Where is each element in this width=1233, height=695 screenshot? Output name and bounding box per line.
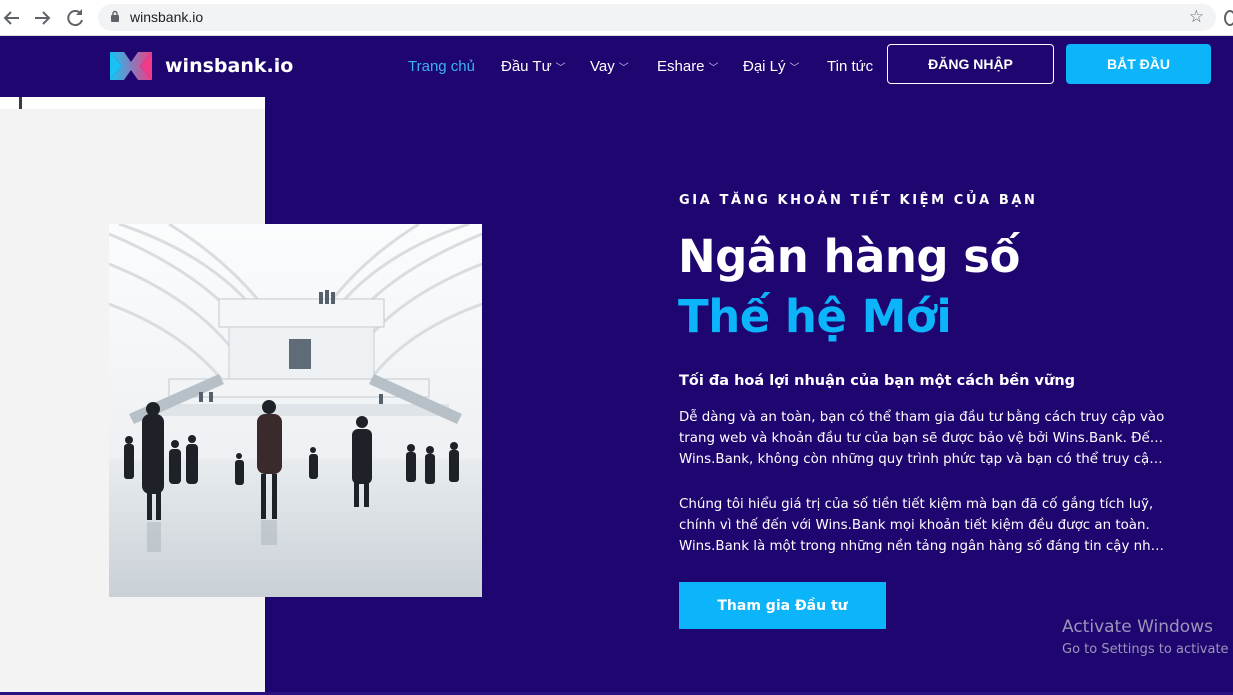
nav-agent[interactable]: Đại Lý ﹀ bbox=[743, 58, 800, 75]
logo-text: winsbank.io bbox=[165, 55, 294, 77]
winsbank-logo-icon bbox=[110, 52, 152, 80]
address-bar[interactable]: winsbank.io ☆ bbox=[98, 4, 1216, 31]
nav-invest-label: Đầu Tư bbox=[501, 58, 552, 75]
nav-home-label: Trang chủ bbox=[408, 58, 475, 75]
chevron-down-icon: ﹀ bbox=[555, 63, 566, 74]
forward-icon[interactable] bbox=[30, 6, 54, 30]
paragraph-line: Chúng tôi hiểu giá trị của số tiền tiết … bbox=[679, 497, 1154, 512]
hero-subheading: Tối đa hoá lợi nhuận của bạn một cách bề… bbox=[679, 373, 1076, 389]
lock-icon[interactable] bbox=[110, 10, 120, 23]
left-panel-marker bbox=[19, 97, 22, 109]
back-icon[interactable] bbox=[0, 6, 24, 30]
hero-eyebrow: GIA TĂNG KHOẢN TIẾT KIỆM CỦA BẠN bbox=[679, 193, 1038, 208]
nav-news[interactable]: Tin tức bbox=[827, 58, 873, 75]
url-text[interactable]: winsbank.io bbox=[130, 9, 203, 25]
nav-home[interactable]: Trang chủ bbox=[408, 58, 475, 75]
nav-agent-label: Đại Lý bbox=[743, 58, 786, 75]
paragraph-line: Wins.Bank là một trong những nền tảng ng… bbox=[679, 539, 1165, 554]
star-icon[interactable]: ☆ bbox=[1189, 7, 1204, 27]
paragraph-line: chính vì thế đến với Wins.Bank mọi khoản… bbox=[679, 518, 1150, 533]
start-button[interactable]: BẮT ĐẦU bbox=[1066, 44, 1211, 84]
logo[interactable]: winsbank.io bbox=[108, 50, 293, 82]
hero-photo bbox=[109, 224, 482, 597]
chevron-down-icon: ﹀ bbox=[708, 63, 719, 74]
activate-windows-hint: Go to Settings to activate bbox=[1062, 642, 1229, 657]
activate-windows-title: Activate Windows bbox=[1062, 617, 1213, 637]
hero-title-line1: Ngân hàng số bbox=[678, 230, 1020, 283]
reload-icon[interactable] bbox=[63, 6, 87, 30]
nav-loan-label: Vay bbox=[590, 58, 615, 75]
paragraph-line: trang web và khoản đầu tư của bạn sẽ đượ… bbox=[679, 431, 1165, 446]
nav-invest[interactable]: Đầu Tư ﹀ bbox=[501, 58, 566, 75]
hero-paragraph-1: Dễ dàng và an toàn, bạn có thể tham gia … bbox=[679, 407, 1165, 470]
hero-title-line2: Thế hệ Mới bbox=[678, 290, 952, 343]
login-button[interactable]: ĐĂNG NHẬP bbox=[887, 44, 1054, 84]
hero-paragraph-2: Chúng tôi hiểu giá trị của số tiền tiết … bbox=[679, 494, 1165, 557]
browser-toolbar: winsbank.io ☆ bbox=[0, 0, 1233, 36]
paragraph-line: Wins.Bank, không còn những quy trình phứ… bbox=[679, 452, 1165, 467]
join-invest-button[interactable]: Tham gia Đầu tư bbox=[679, 582, 886, 629]
profile-icon[interactable] bbox=[1224, 10, 1233, 26]
nav-news-label: Tin tức bbox=[827, 58, 874, 75]
chevron-down-icon: ﹀ bbox=[789, 63, 800, 74]
nav-eshare-label: Eshare bbox=[657, 58, 705, 75]
nav-loan[interactable]: Vay ﹀ bbox=[590, 58, 629, 75]
left-panel-top-strip bbox=[0, 97, 265, 109]
paragraph-line: Dễ dàng và an toàn, bạn có thể tham gia … bbox=[679, 410, 1165, 425]
chevron-down-icon: ﹀ bbox=[618, 63, 629, 74]
nav-eshare[interactable]: Eshare ﹀ bbox=[657, 58, 719, 75]
site-header: winsbank.io Trang chủ Đầu Tư ﹀ Vay ﹀ Eshar… bbox=[0, 36, 1233, 97]
